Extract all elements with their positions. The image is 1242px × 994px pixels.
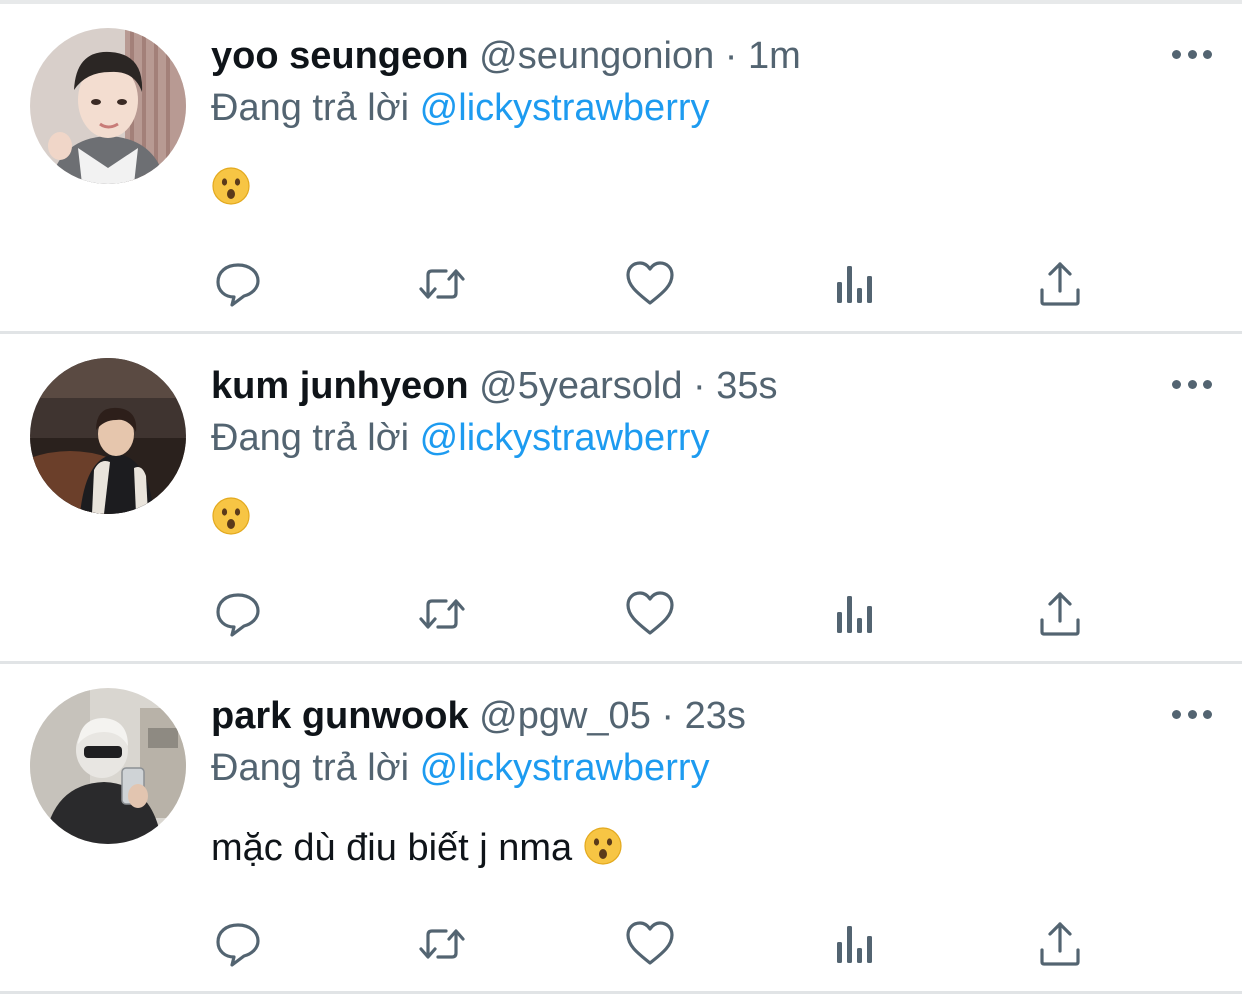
timestamp[interactable]: 1m <box>748 35 801 77</box>
reply-icon[interactable] <box>210 586 266 642</box>
avatar-photo <box>30 28 186 184</box>
tweet-header: kum junhyeon @5yearsold · 35s <box>211 362 778 410</box>
reply-context: Đang trả lời @lickystrawberry <box>211 744 710 792</box>
like-icon[interactable] <box>622 256 678 312</box>
reply-prefix: Đang trả lời <box>211 87 410 129</box>
tweet[interactable]: kum junhyeon @5yearsold · 35s Đang trả l… <box>0 334 1242 664</box>
separator-dot: · <box>724 35 738 77</box>
timestamp[interactable]: 23s <box>685 695 746 737</box>
action-bar <box>0 586 1242 646</box>
retweet-icon[interactable] <box>414 586 470 642</box>
tweet-text <box>211 164 251 212</box>
reply-prefix: Đang trả lời <box>211 747 410 789</box>
tweet-text: mặc dù điu biết j nma <box>211 824 623 872</box>
analytics-icon[interactable] <box>828 586 884 642</box>
tweet-header: yoo seungeon @seungonion · 1m <box>211 32 801 80</box>
avatar[interactable] <box>30 28 186 184</box>
reply-icon[interactable] <box>210 256 266 312</box>
retweet-icon[interactable] <box>414 256 470 312</box>
separator-dot: · <box>693 365 706 407</box>
separator-dot: · <box>661 695 675 737</box>
share-icon[interactable] <box>1032 586 1088 642</box>
display-name[interactable]: yoo seungeon <box>211 35 469 77</box>
user-handle[interactable]: @pgw_05 <box>479 695 651 737</box>
tweet-text-content: mặc dù điu biết j nma <box>211 827 573 869</box>
retweet-icon[interactable] <box>414 916 470 972</box>
tweet[interactable]: park gunwook @pgw_05 · 23s Đang trả lời … <box>0 664 1242 994</box>
more-options-icon[interactable] <box>1172 44 1212 64</box>
avatar-photo <box>30 358 186 514</box>
tweet-text <box>211 494 251 542</box>
display-name[interactable]: kum junhyeon <box>211 365 469 407</box>
tweet-header: park gunwook @pgw_05 · 23s <box>211 692 746 740</box>
hushed-face-emoji <box>212 497 250 535</box>
user-handle[interactable]: @5yearsold <box>479 365 682 407</box>
reply-context: Đang trả lời @lickystrawberry <box>211 84 710 132</box>
share-icon[interactable] <box>1032 256 1088 312</box>
action-bar <box>0 916 1242 976</box>
analytics-icon[interactable] <box>828 916 884 972</box>
mention-link[interactable]: @lickystrawberry <box>420 417 710 459</box>
reply-icon[interactable] <box>210 916 266 972</box>
action-bar <box>0 256 1242 316</box>
user-handle[interactable]: @seungonion <box>479 35 714 77</box>
like-icon[interactable] <box>622 586 678 642</box>
mention-link[interactable]: @lickystrawberry <box>420 747 710 789</box>
share-icon[interactable] <box>1032 916 1088 972</box>
reply-context: Đang trả lời @lickystrawberry <box>211 414 710 462</box>
avatar[interactable] <box>30 358 186 514</box>
display-name[interactable]: park gunwook <box>211 695 469 737</box>
like-icon[interactable] <box>622 916 678 972</box>
mention-link[interactable]: @lickystrawberry <box>420 87 710 129</box>
more-options-icon[interactable] <box>1172 704 1212 724</box>
hushed-face-emoji <box>584 827 622 865</box>
timestamp[interactable]: 35s <box>716 365 777 407</box>
reply-feed: yoo seungeon @seungonion · 1m Đang trả l… <box>0 4 1242 994</box>
avatar[interactable] <box>30 688 186 844</box>
reply-prefix: Đang trả lời <box>211 417 410 459</box>
avatar-photo <box>30 688 186 844</box>
hushed-face-emoji <box>212 167 250 205</box>
analytics-icon[interactable] <box>828 256 884 312</box>
tweet[interactable]: yoo seungeon @seungonion · 1m Đang trả l… <box>0 4 1242 334</box>
more-options-icon[interactable] <box>1172 374 1212 394</box>
